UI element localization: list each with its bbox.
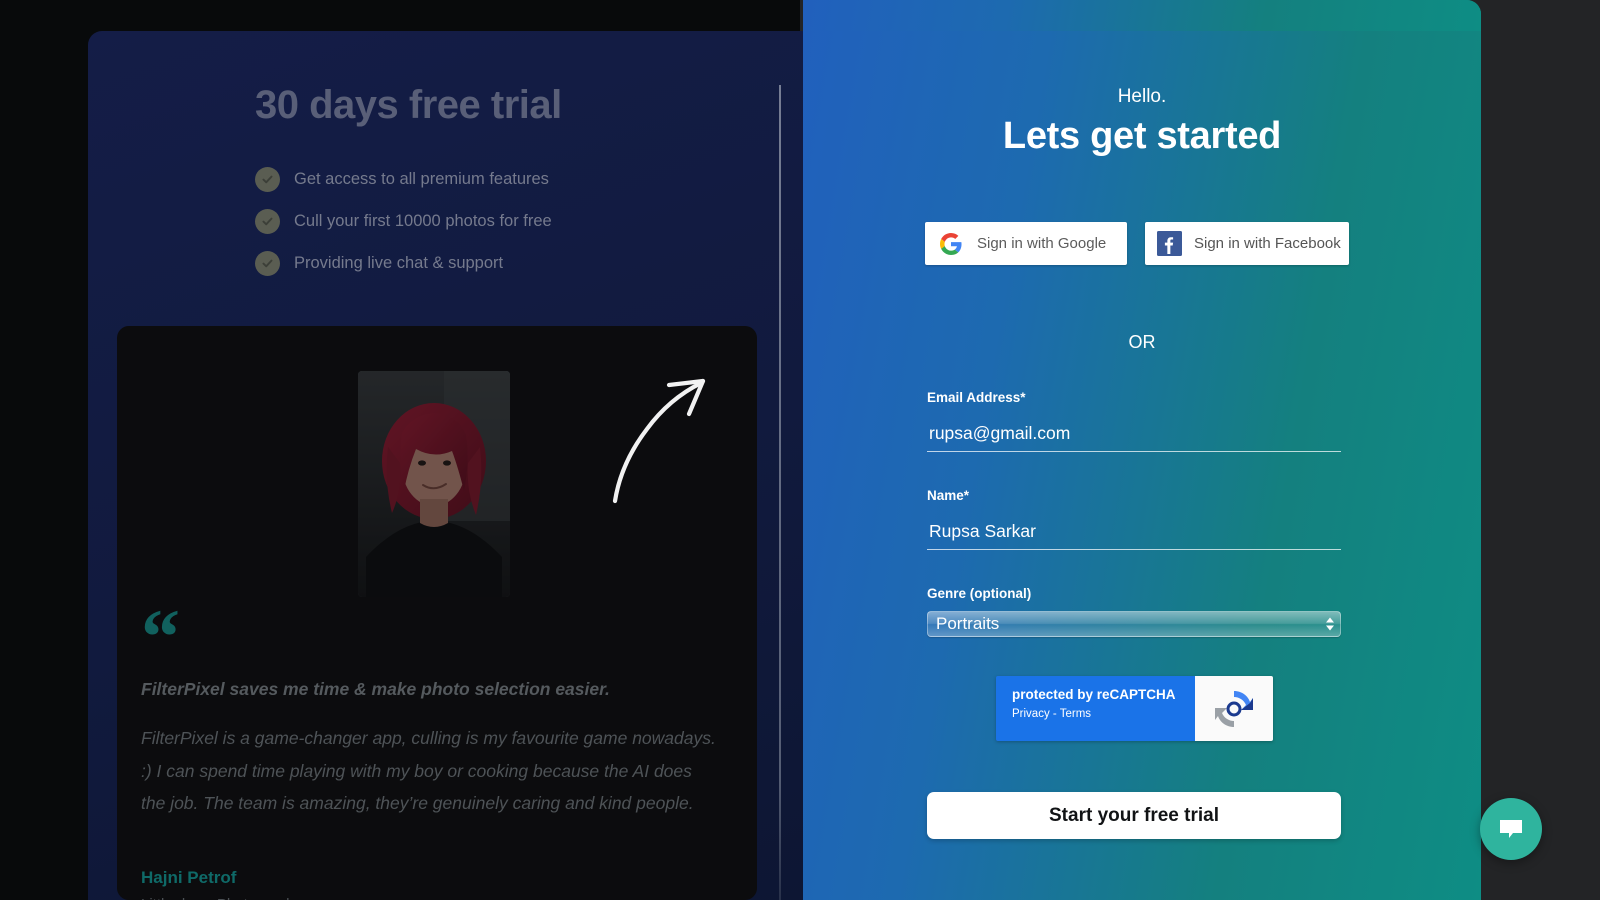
sign-in-with-facebook-button[interactable]: Sign in with Facebook bbox=[1145, 222, 1349, 265]
quote-mark-icon: “ bbox=[141, 593, 180, 680]
or-divider-label: OR bbox=[1128, 332, 1156, 352]
portrait-photo bbox=[358, 371, 510, 597]
benefit-label: Get access to all premium features bbox=[294, 169, 549, 188]
check-circle-icon bbox=[255, 166, 280, 192]
facebook-icon bbox=[1157, 231, 1182, 256]
name-input[interactable] bbox=[927, 515, 1341, 550]
recaptcha-badge[interactable]: protected by reCAPTCHA Privacy - Terms bbox=[996, 676, 1273, 741]
testimonial-author-company: Little dawn Photography bbox=[141, 896, 302, 900]
recaptcha-links[interactable]: Privacy - Terms bbox=[1012, 708, 1195, 720]
check-circle-icon bbox=[255, 208, 280, 234]
chat-widget-button[interactable] bbox=[1480, 798, 1542, 860]
promo-headline: 30 days free trial bbox=[255, 83, 562, 127]
social-label: Sign in with Facebook bbox=[1194, 235, 1341, 252]
email-input[interactable] bbox=[927, 417, 1341, 452]
testimonial-body: FilterPixel is a game-changer app, culli… bbox=[141, 728, 716, 813]
start-free-trial-button[interactable]: Start your free trial bbox=[927, 792, 1341, 839]
google-icon bbox=[939, 232, 963, 256]
chat-bubble-icon bbox=[1500, 820, 1522, 838]
vertical-divider bbox=[779, 85, 781, 900]
benefit-label: Providing live chat & support bbox=[294, 253, 504, 272]
testimonial-card: “ FilterPixel saves me time & make photo… bbox=[117, 326, 757, 900]
genre-select[interactable]: Portraits bbox=[927, 611, 1341, 637]
signup-page: 30 days free trial Get access to all pre… bbox=[0, 0, 1600, 900]
signup-panel: Hello. Lets get started Sign in with Goo… bbox=[803, 0, 1481, 900]
genre-field-label: Genre (optional) bbox=[927, 586, 1032, 601]
social-login-row: Sign in with Google Sign in with Faceboo… bbox=[925, 222, 1349, 265]
list-item: Providing live chat & support bbox=[255, 242, 552, 284]
genre-selected-value: Portraits bbox=[936, 614, 1000, 633]
list-item: Get access to all premium features bbox=[255, 158, 552, 200]
name-field-group: Name* bbox=[927, 488, 1341, 550]
recaptcha-icon bbox=[1195, 676, 1273, 741]
benefit-label: Cull your first 10000 photos for free bbox=[294, 211, 552, 230]
hand-drawn-arrow-icon bbox=[607, 371, 727, 521]
recaptcha-text-area: protected by reCAPTCHA Privacy - Terms bbox=[996, 676, 1195, 741]
email-field-group: Email Address* bbox=[927, 390, 1341, 452]
promo-panel: 30 days free trial Get access to all pre… bbox=[88, 31, 808, 900]
recaptcha-title: protected by reCAPTCHA bbox=[1012, 687, 1176, 702]
sign-in-with-google-button[interactable]: Sign in with Google bbox=[925, 222, 1127, 265]
greeting-text: Hello. bbox=[1117, 86, 1167, 107]
testimonial-author-name: Hajni Petrof bbox=[141, 868, 237, 887]
email-field-label: Email Address* bbox=[927, 390, 1026, 405]
check-circle-icon bbox=[255, 250, 280, 276]
testimonial-headline: FilterPixel saves me time & make photo s… bbox=[141, 679, 610, 699]
page-title: Lets get started bbox=[1002, 115, 1282, 157]
benefits-list: Get access to all premium features Cull … bbox=[255, 158, 552, 284]
genre-field-group: Genre (optional) Portraits bbox=[927, 586, 1341, 637]
genre-select-wrap: Portraits bbox=[927, 611, 1341, 637]
signup-form: Email Address* Name* Genre (optional) Po… bbox=[927, 390, 1341, 637]
list-item: Cull your first 10000 photos for free bbox=[255, 200, 552, 242]
name-field-label: Name* bbox=[927, 488, 970, 503]
social-label: Sign in with Google bbox=[977, 235, 1107, 252]
